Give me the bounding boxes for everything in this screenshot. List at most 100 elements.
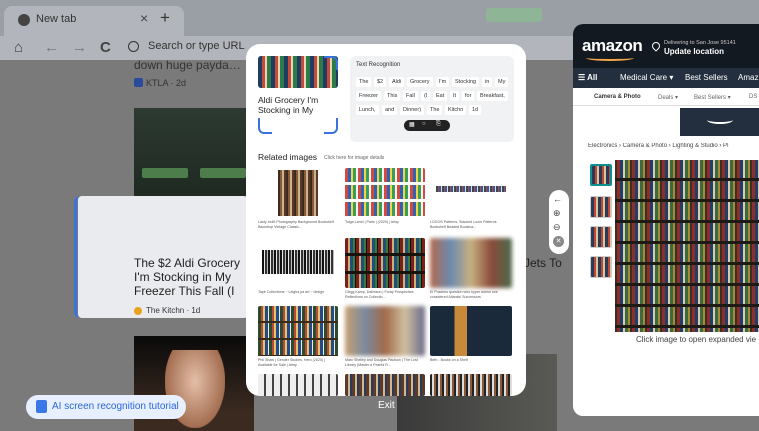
product-thumbnail[interactable] bbox=[590, 196, 612, 218]
related-caption: Marc Shelley and Douglas Paulson | The L… bbox=[345, 358, 418, 367]
search-icon[interactable]: ○ bbox=[422, 121, 426, 127]
crop-handle-bottom-left[interactable] bbox=[258, 118, 272, 134]
related-image[interactable] bbox=[430, 306, 512, 356]
select-all-icon[interactable]: ▦ bbox=[409, 121, 415, 128]
recognized-word[interactable]: (I bbox=[421, 91, 431, 101]
status-chip bbox=[486, 8, 542, 22]
related-image[interactable] bbox=[430, 374, 512, 396]
subnav-deals[interactable]: Deals ▾ bbox=[658, 94, 678, 101]
amazon-smile-icon bbox=[586, 55, 634, 61]
update-location[interactable]: Update location bbox=[664, 47, 759, 56]
recognized-word[interactable]: Freezer bbox=[356, 91, 381, 101]
related-caption: Lasty 4x4ft Photography Background Books… bbox=[258, 220, 334, 229]
recognized-word[interactable]: Breakfast, bbox=[477, 91, 508, 101]
recognized-word[interactable]: The bbox=[427, 105, 443, 115]
related-image[interactable] bbox=[430, 168, 512, 218]
related-image[interactable] bbox=[258, 168, 338, 218]
nav-best-sellers[interactable]: Best Sellers bbox=[685, 73, 728, 82]
breadcrumb[interactable]: Electronics › Camera & Photo › Lighting … bbox=[588, 143, 759, 149]
news-snippet[interactable]: down huge payday ... bbox=[134, 58, 244, 72]
back-arrow-icon[interactable]: ← bbox=[553, 194, 562, 204]
shelf-lines bbox=[615, 160, 759, 332]
kitchn-icon bbox=[134, 307, 142, 315]
recognized-word[interactable]: Kitchn bbox=[445, 105, 467, 115]
recognized-word[interactable]: Aldi bbox=[389, 77, 405, 87]
back-icon[interactable]: ← bbox=[44, 39, 59, 56]
selection-bracket bbox=[74, 196, 84, 318]
recognized-word[interactable]: and bbox=[382, 105, 398, 115]
omnibox[interactable]: Search or type URL bbox=[148, 40, 245, 52]
nav-amazon[interactable]: Amaz bbox=[738, 73, 758, 82]
related-caption: Clegg Kamp, Dallinson | Foray Prospectiv… bbox=[345, 290, 415, 299]
related-image[interactable] bbox=[258, 306, 338, 356]
nav-medical-care[interactable]: Medical Care ▾ bbox=[620, 73, 673, 82]
zoom-in-icon[interactable]: ⊕ bbox=[553, 208, 561, 219]
tab-new-tab[interactable] bbox=[4, 6, 184, 36]
related-image[interactable] bbox=[345, 374, 425, 396]
ai-tutorial-label: AI screen recognition tutorial bbox=[52, 401, 179, 412]
new-tab-button[interactable]: + bbox=[160, 8, 170, 28]
related-caption: LOGOS Patterns, Stacked Loom Patterns Bo… bbox=[430, 220, 497, 229]
tab-close-icon[interactable]: × bbox=[140, 10, 148, 26]
news-side-text[interactable]: Jets To bbox=[524, 256, 562, 270]
recognized-word[interactable]: Stocking bbox=[452, 77, 480, 87]
reload-icon[interactable]: C bbox=[100, 39, 111, 56]
recognized-word[interactable]: The bbox=[356, 77, 372, 87]
close-icon[interactable]: ✕ bbox=[553, 236, 564, 247]
recognized-word[interactable]: $2 bbox=[374, 77, 387, 87]
recognized-word[interactable]: Grocery bbox=[407, 77, 433, 87]
related-image[interactable] bbox=[345, 238, 425, 288]
recognized-word[interactable]: I'm bbox=[436, 77, 450, 87]
recognized-word[interactable]: for bbox=[462, 91, 475, 101]
news-card-title[interactable]: The $2 Aldi Grocery I'm Stocking in My F… bbox=[134, 256, 248, 298]
recognized-word[interactable]: This bbox=[384, 91, 401, 101]
product-thumbnail[interactable] bbox=[590, 256, 612, 278]
screenshot-title: Aldi Grocery I'm Stocking in My Freezer … bbox=[258, 95, 329, 117]
crop-handle-top-right[interactable] bbox=[324, 56, 338, 70]
recognized-word[interactable]: Fall bbox=[403, 91, 418, 101]
news-card-source: The Kitchn · 1d bbox=[146, 306, 201, 315]
related-image[interactable] bbox=[258, 238, 338, 288]
tab-title: New tab bbox=[36, 13, 77, 25]
recognized-word[interactable]: It bbox=[450, 91, 460, 101]
recognized-word[interactable]: Lunch, bbox=[356, 105, 379, 115]
recognized-word[interactable]: Dinner) bbox=[400, 105, 425, 115]
expand-image-caption: Click image to open expanded vie bbox=[636, 335, 757, 344]
related-image[interactable] bbox=[345, 168, 425, 218]
copy-icon[interactable]: ⎘ bbox=[436, 121, 441, 128]
recognized-word[interactable]: My bbox=[495, 77, 509, 87]
related-caption: Beth - Books on a Shelf bbox=[430, 358, 468, 362]
related-image[interactable] bbox=[345, 306, 425, 356]
related-images-title: Related images bbox=[258, 152, 318, 162]
subnav-more[interactable]: DS bbox=[749, 94, 757, 100]
subnav-camera-photo[interactable]: Camera & Photo bbox=[594, 94, 641, 100]
recognized-word[interactable]: in bbox=[482, 77, 493, 87]
book-icon bbox=[36, 400, 47, 413]
news-source: KTLA · 2d bbox=[146, 78, 187, 88]
related-caption: Tolga Lamri | Paris | (2020) | Artsy bbox=[345, 220, 399, 224]
nav-all[interactable]: ☰ All bbox=[578, 73, 597, 82]
text-recognition-heading: Text Recognition bbox=[356, 62, 401, 68]
related-images-hint[interactable]: Click here for image details bbox=[324, 155, 384, 161]
zoom-out-icon[interactable]: ⊖ bbox=[553, 222, 561, 233]
chrome-icon bbox=[18, 14, 30, 26]
related-caption: El Possimo question who hyper doesn see … bbox=[430, 290, 498, 299]
recognized-word[interactable]: Eat bbox=[433, 91, 448, 101]
related-caption: Tape Collections ~ Leigha pa art ~ desig… bbox=[258, 290, 325, 294]
home-icon[interactable]: ⌂ bbox=[14, 39, 23, 56]
forward-icon[interactable]: → bbox=[72, 39, 87, 56]
exit-button[interactable]: Exit bbox=[378, 400, 395, 411]
deliver-to-line[interactable]: Delivering to San Jose 95141 bbox=[664, 40, 759, 46]
related-image[interactable] bbox=[258, 374, 338, 396]
ktla-icon bbox=[134, 78, 143, 87]
recognized-word[interactable]: 1d bbox=[469, 105, 482, 115]
smile-icon bbox=[707, 116, 733, 124]
amazon-logo[interactable]: amazon bbox=[582, 36, 643, 56]
subnav-best-sellers[interactable]: Best Sellers ▾ bbox=[694, 94, 731, 101]
info-icon bbox=[128, 41, 139, 52]
product-thumbnail[interactable] bbox=[590, 164, 612, 186]
product-thumbnail[interactable] bbox=[590, 226, 612, 248]
related-caption: Phil Shaw | Gender Studies, Hero (2020) … bbox=[258, 358, 325, 367]
crop-handle-bottom-right[interactable] bbox=[324, 118, 338, 134]
related-image[interactable] bbox=[430, 238, 512, 288]
